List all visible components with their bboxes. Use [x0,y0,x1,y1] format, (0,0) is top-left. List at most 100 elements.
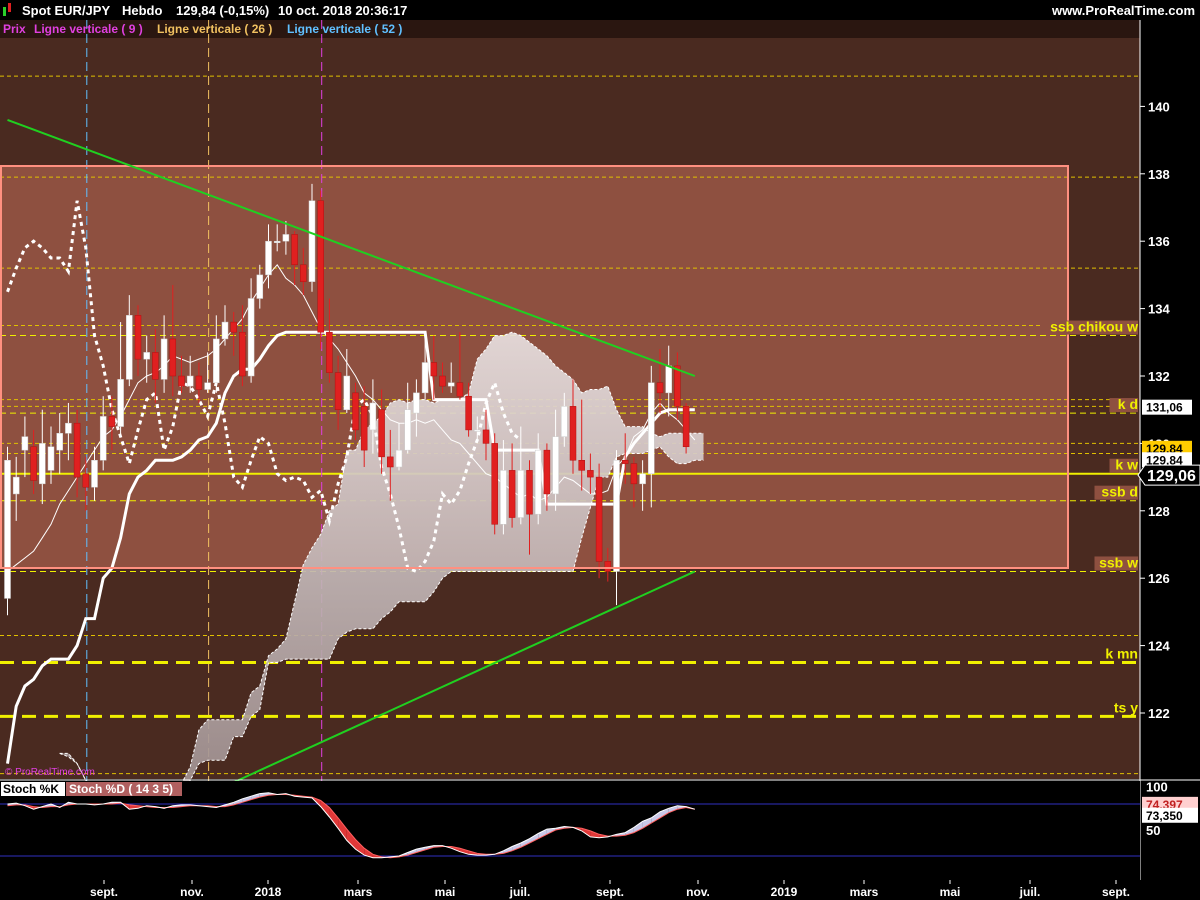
candle-body [300,264,307,282]
time-tick-label: juil. [509,885,531,899]
candle-body [360,406,368,451]
candle-body [256,274,264,299]
price-tick-label: 138 [1148,167,1170,182]
candle-body [282,234,290,242]
time-tick-label: mai [940,885,961,899]
candle-body [65,422,72,434]
candle-body [12,476,20,495]
level-label-ssb-chikou-w: ssb chikou w [1050,319,1138,335]
candle-body [4,460,11,599]
candle-body [291,234,298,266]
candle-body [656,382,664,394]
stoch-k-label[interactable]: Stoch %K [3,782,59,796]
price-tick-label: 126 [1148,571,1170,586]
candle-body [195,375,203,390]
period-label[interactable]: Hebdo [122,3,163,18]
candle-body [230,321,237,333]
candle-body [160,338,168,380]
price-tick-label: 132 [1148,369,1170,384]
candle-body [587,470,594,478]
level-label-k-d: k d [1118,396,1138,412]
stoch-legend[interactable]: Stoch %K Stoch %D ( 14 3 5) [1,782,182,796]
time-tick-label: 2018 [255,885,282,899]
candle-body [30,446,37,481]
candle-body [273,240,281,243]
candle-body [369,402,377,431]
level-label-ssb-d: ssb d [1101,484,1138,500]
candle-body [404,409,411,451]
candle-body [378,409,385,458]
price-tick-label: 122 [1148,706,1170,721]
candle-body [247,298,255,377]
stoch-tick-label: 100 [1146,780,1168,795]
candle-body [639,473,646,485]
legend-prix[interactable]: Prix [3,22,26,36]
site-link[interactable]: www.ProRealTime.com [1051,3,1195,18]
candle-body [143,352,150,360]
candle-body [674,365,681,407]
candle-body [308,200,316,282]
candle-body [169,338,177,377]
level-label-ssb-w: ssb w [1099,554,1138,570]
stoch-axis: 1005074,39773,350 [1142,780,1198,838]
candle-body [543,449,551,495]
candle-body [178,375,185,387]
candle-body [421,362,429,394]
legend-ligne-9[interactable]: Ligne verticale ( 9 ) [34,22,143,36]
candle-body [517,470,525,518]
level-label-k-w: k w [1115,457,1138,473]
price-axis[interactable] [1140,20,1200,779]
candle-body [56,433,63,451]
candle-body [682,406,690,448]
price-labels: 131,06129,84129,84129,06 [1137,399,1200,486]
candle-body [117,379,124,427]
time-tick-label: sept. [596,885,624,899]
level-label-ts-y: ts y [1114,699,1138,715]
candle-body [447,382,455,387]
price-tick-label: 128 [1148,504,1170,519]
time-tick-label: juil. [1019,885,1041,899]
chart-area[interactable]: Spot EUR/JPY Hebdo 129,84 (-0,15%) 10 oc… [0,0,1200,900]
watermark: © ProRealTime.com [5,767,95,778]
candle-body [221,321,229,340]
candle-body [352,392,359,431]
time-tick-label: sept. [1102,885,1130,899]
candle-body [395,449,403,468]
candle-body [99,416,107,461]
candle-body [213,338,220,383]
legend-ligne-52[interactable]: Ligne verticale ( 52 ) [287,22,402,36]
legend-ligne-26[interactable]: Ligne verticale ( 26 ) [157,22,272,36]
candle-body [491,443,498,525]
datetime-label: 10 oct. 2018 20:36:17 [278,3,407,18]
candle-body [108,416,116,427]
candle-body [21,436,29,451]
candle-body [387,456,394,468]
candle-body [134,315,142,360]
candle-body [474,429,481,432]
candle-body [126,315,133,380]
candle-body [326,331,333,373]
candle-body [317,200,324,333]
candle-body [508,470,516,518]
stoch-d-label[interactable]: Stoch %D ( 14 3 5) [69,782,173,796]
time-tick-label: mai [435,885,456,899]
candle-body [665,365,672,394]
candle-body [430,362,438,377]
candle-body [561,406,568,437]
price-tick-label: 134 [1148,302,1170,317]
candle-body [239,331,246,377]
time-tick-label: nov. [686,885,710,899]
price-tick-label: 136 [1148,234,1170,249]
candle-body [413,392,420,414]
price-label-current: 129,06 [1147,468,1196,485]
candle-body [595,476,603,562]
candle-body [91,460,98,488]
candle-body [265,240,272,276]
instrument-title: Spot EUR/JPY [22,3,110,18]
candle-body [39,443,46,485]
candle-body [648,382,655,474]
candle-body [578,460,585,471]
candle-body [186,375,194,387]
stoch-label-1: 73,350 [1146,809,1183,823]
candle-body [334,372,342,410]
